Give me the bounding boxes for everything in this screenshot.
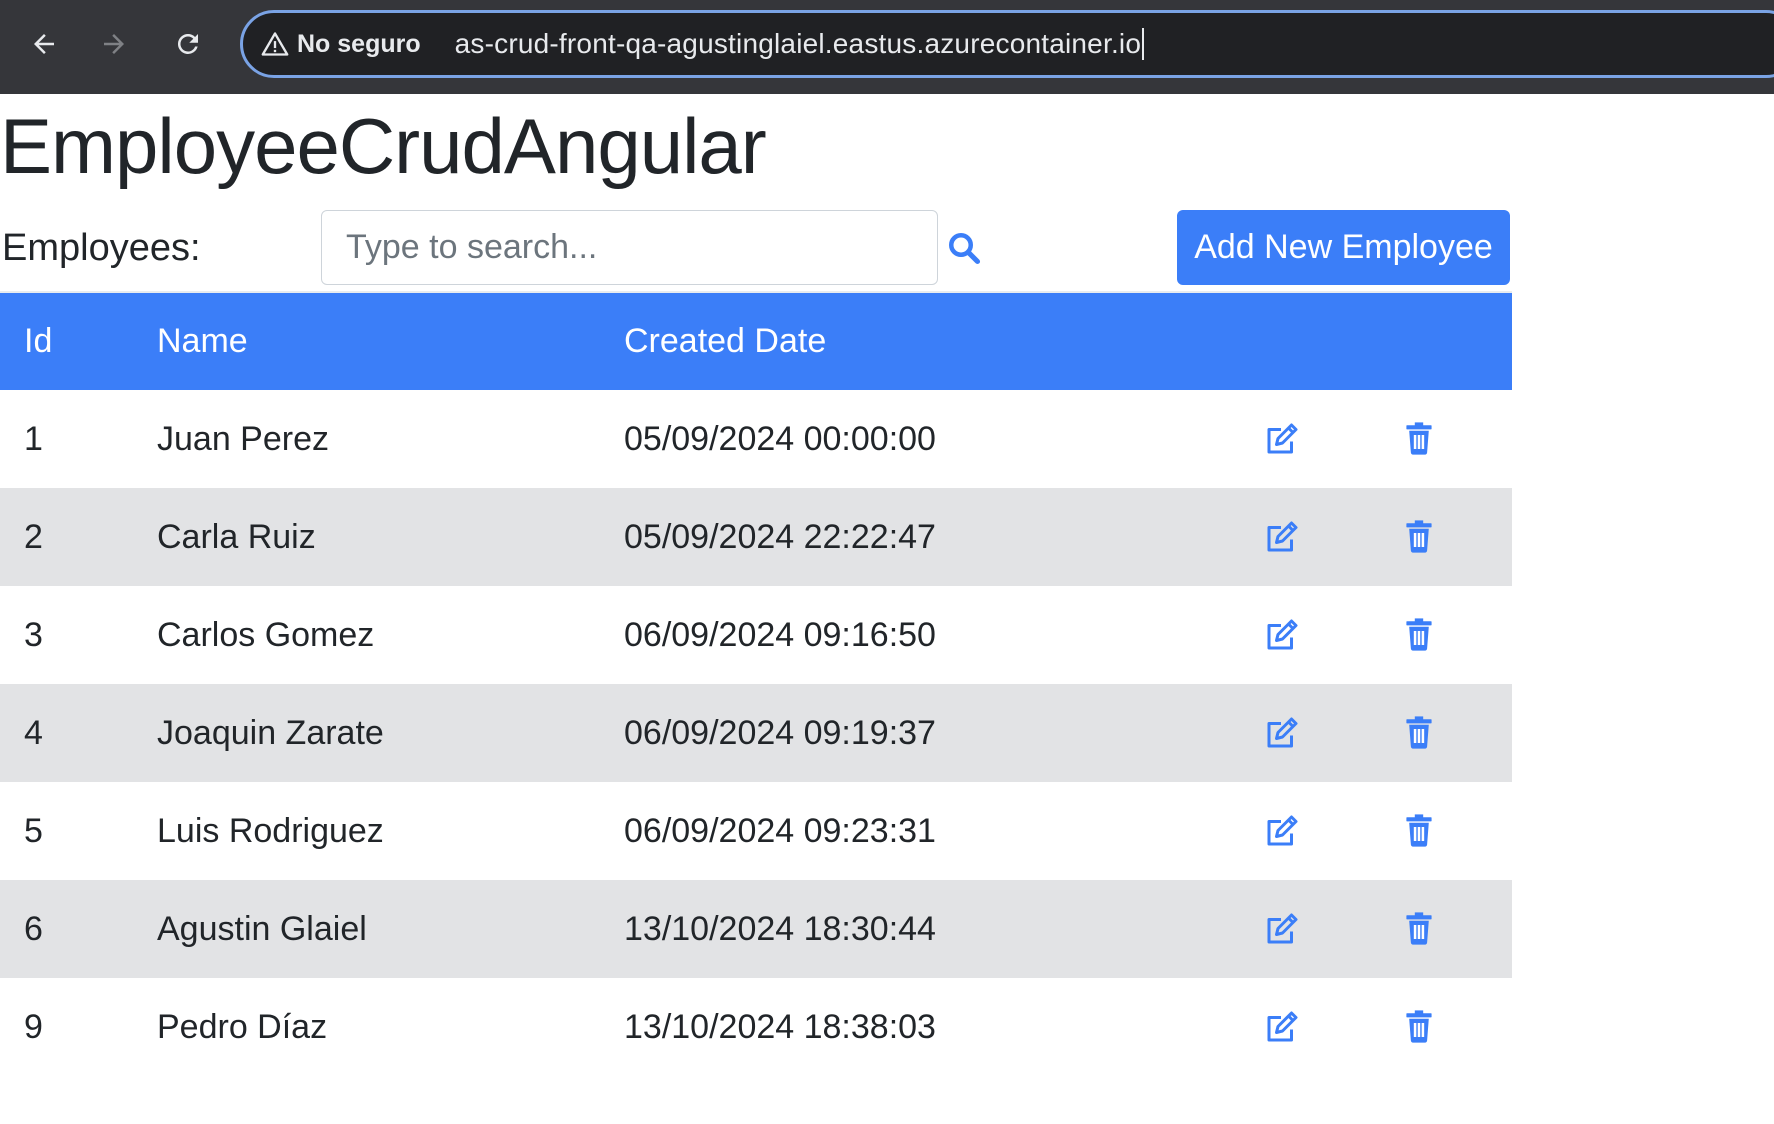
table-row: 3 Carlos Gomez 06/09/2024 09:16:50 bbox=[0, 586, 1512, 684]
employees-table: Id Name Created Date 1 Juan Perez 05/09/20… bbox=[0, 291, 1512, 1076]
edit-icon[interactable] bbox=[1263, 912, 1299, 946]
cell-id: 1 bbox=[24, 419, 43, 458]
reload-icon bbox=[177, 33, 198, 54]
cell-created-date: 05/09/2024 00:00:00 bbox=[624, 419, 936, 458]
cell-created-date: 06/09/2024 09:16:50 bbox=[624, 615, 936, 654]
table-row: 4 Joaquin Zarate 06/09/2024 09:19:37 bbox=[0, 684, 1512, 782]
search-icon[interactable] bbox=[946, 230, 982, 266]
trash-icon[interactable] bbox=[1405, 519, 1433, 553]
cell-name: Carla Ruiz bbox=[157, 517, 316, 556]
table-row: 5 Luis Rodriguez 06/09/2024 09:23:31 bbox=[0, 782, 1512, 880]
cell-created-date: 13/10/2024 18:30:44 bbox=[624, 909, 936, 948]
cell-name: Luis Rodriguez bbox=[157, 811, 384, 850]
reload-button[interactable] bbox=[166, 22, 210, 66]
trash-icon[interactable] bbox=[1405, 911, 1433, 945]
cell-name: Agustin Glaiel bbox=[157, 909, 367, 948]
cell-name: Joaquin Zarate bbox=[157, 713, 384, 752]
security-indicator[interactable]: No seguro bbox=[261, 30, 421, 59]
table-body: 1 Juan Perez 05/09/2024 00:00:00 2 Carla Rui… bbox=[0, 390, 1512, 1076]
add-new-employee-button[interactable]: Add New Employee bbox=[1177, 210, 1510, 285]
edit-icon[interactable] bbox=[1263, 520, 1299, 554]
forward-arrow-icon bbox=[104, 34, 124, 54]
header-created-date: Created Date bbox=[624, 322, 827, 360]
trash-icon[interactable] bbox=[1405, 715, 1433, 749]
edit-icon[interactable] bbox=[1263, 1010, 1299, 1044]
back-arrow-icon bbox=[34, 34, 54, 54]
cell-id: 4 bbox=[24, 713, 43, 752]
edit-icon[interactable] bbox=[1263, 814, 1299, 848]
cell-created-date: 13/10/2024 18:38:03 bbox=[624, 1007, 936, 1046]
address-bar[interactable]: No seguro as-crud-front-qa-agustinglaiel… bbox=[240, 10, 1774, 78]
cell-id: 2 bbox=[24, 517, 43, 556]
edit-icon[interactable] bbox=[1263, 422, 1299, 456]
table-row: 9 Pedro Díaz 13/10/2024 18:38:03 bbox=[0, 978, 1512, 1076]
back-button[interactable] bbox=[22, 22, 66, 66]
table-header: Id Name Created Date bbox=[0, 291, 1512, 390]
table-row: 2 Carla Ruiz 05/09/2024 22:22:47 bbox=[0, 488, 1512, 586]
employees-label: Employees: bbox=[2, 227, 201, 269]
edit-icon[interactable] bbox=[1263, 716, 1299, 750]
forward-button[interactable] bbox=[92, 22, 136, 66]
cell-name: Pedro Díaz bbox=[157, 1007, 328, 1046]
cell-id: 6 bbox=[24, 909, 43, 948]
trash-icon[interactable] bbox=[1405, 617, 1433, 651]
cell-id: 9 bbox=[24, 1007, 43, 1046]
cell-created-date: 05/09/2024 22:22:47 bbox=[624, 517, 936, 556]
edit-icon[interactable] bbox=[1263, 618, 1299, 652]
search-input[interactable] bbox=[321, 210, 938, 285]
cell-created-date: 06/09/2024 09:19:37 bbox=[624, 713, 936, 752]
header-name: Name bbox=[157, 322, 248, 360]
warning-icon bbox=[261, 32, 289, 56]
trash-icon[interactable] bbox=[1405, 1009, 1433, 1043]
url-text[interactable]: as-crud-front-qa-agustinglaiel.eastus.az… bbox=[455, 28, 1145, 60]
trash-icon[interactable] bbox=[1405, 813, 1433, 847]
table-row: 1 Juan Perez 05/09/2024 00:00:00 bbox=[0, 390, 1512, 488]
security-label: No seguro bbox=[297, 29, 421, 58]
table-row: 6 Agustin Glaiel 13/10/2024 18:30:44 bbox=[0, 880, 1512, 978]
trash-icon[interactable] bbox=[1405, 421, 1433, 455]
cell-name: Juan Perez bbox=[157, 419, 329, 458]
cell-id: 3 bbox=[24, 615, 43, 654]
header-id: Id bbox=[24, 322, 53, 360]
cell-created-date: 06/09/2024 09:23:31 bbox=[624, 811, 936, 850]
page-title: EmployeeCrudAngular bbox=[0, 102, 767, 190]
browser-toolbar: No seguro as-crud-front-qa-agustinglaiel… bbox=[0, 0, 1774, 94]
cell-name: Carlos Gomez bbox=[157, 615, 375, 654]
cell-id: 5 bbox=[24, 811, 43, 850]
